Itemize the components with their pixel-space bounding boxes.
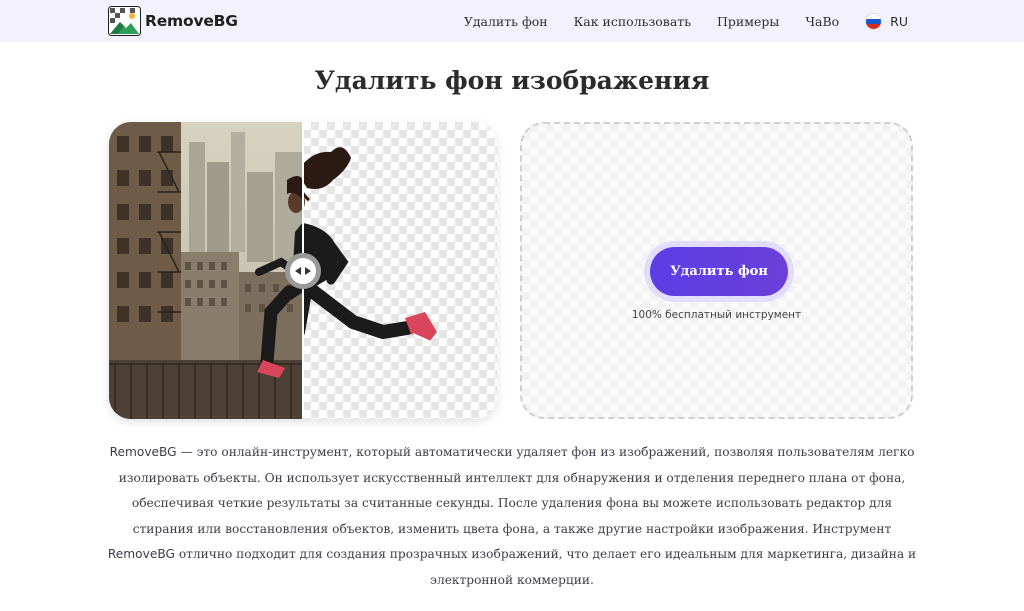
logo[interactable]: RemoveBG [108,6,238,36]
russia-flag-icon [865,12,883,30]
description-part-2: отлично подходит для создания прозрачных… [174,547,917,587]
arrow-right-icon [305,267,311,275]
description-text: RemoveBG — это онлайн-инструмент, которы… [104,440,920,593]
before-after-demo [109,122,497,419]
remove-bg-button[interactable]: Удалить фон [650,247,788,296]
main-nav: Удалить фон Как использовать Примеры ЧаВ… [464,12,908,30]
transparent-result [303,122,497,419]
language-label: RU [890,13,908,29]
comparison-slider-handle[interactable] [285,253,321,289]
brand-name: RemoveBG [109,445,177,459]
logo-text: RemoveBG [145,12,238,30]
original-photo [109,122,303,419]
page-title: Удалить фон изображения [314,66,710,95]
nav-item-faq[interactable]: ЧаВо [805,14,839,29]
language-selector[interactable]: RU [865,12,908,30]
nav-item-examples[interactable]: Примеры [717,14,779,29]
nav-item-how-to-use[interactable]: Как использовать [574,14,691,29]
free-tool-label: 100% бесплатный инструмент [631,309,802,321]
logo-icon [108,6,141,36]
description-part-1: — это онлайн-инструмент, который автомат… [118,445,915,536]
remove-bg-button-ring: Удалить фон [644,241,794,302]
site-header: RemoveBG Удалить фон Как использовать Пр… [0,0,1024,42]
brand-name: RemoveBG [107,547,175,561]
nav-item-remove-bg[interactable]: Удалить фон [464,14,548,29]
upload-dropzone[interactable]: Удалить фон 100% бесплатный инструмент [520,122,913,419]
arrow-left-icon [295,267,301,275]
